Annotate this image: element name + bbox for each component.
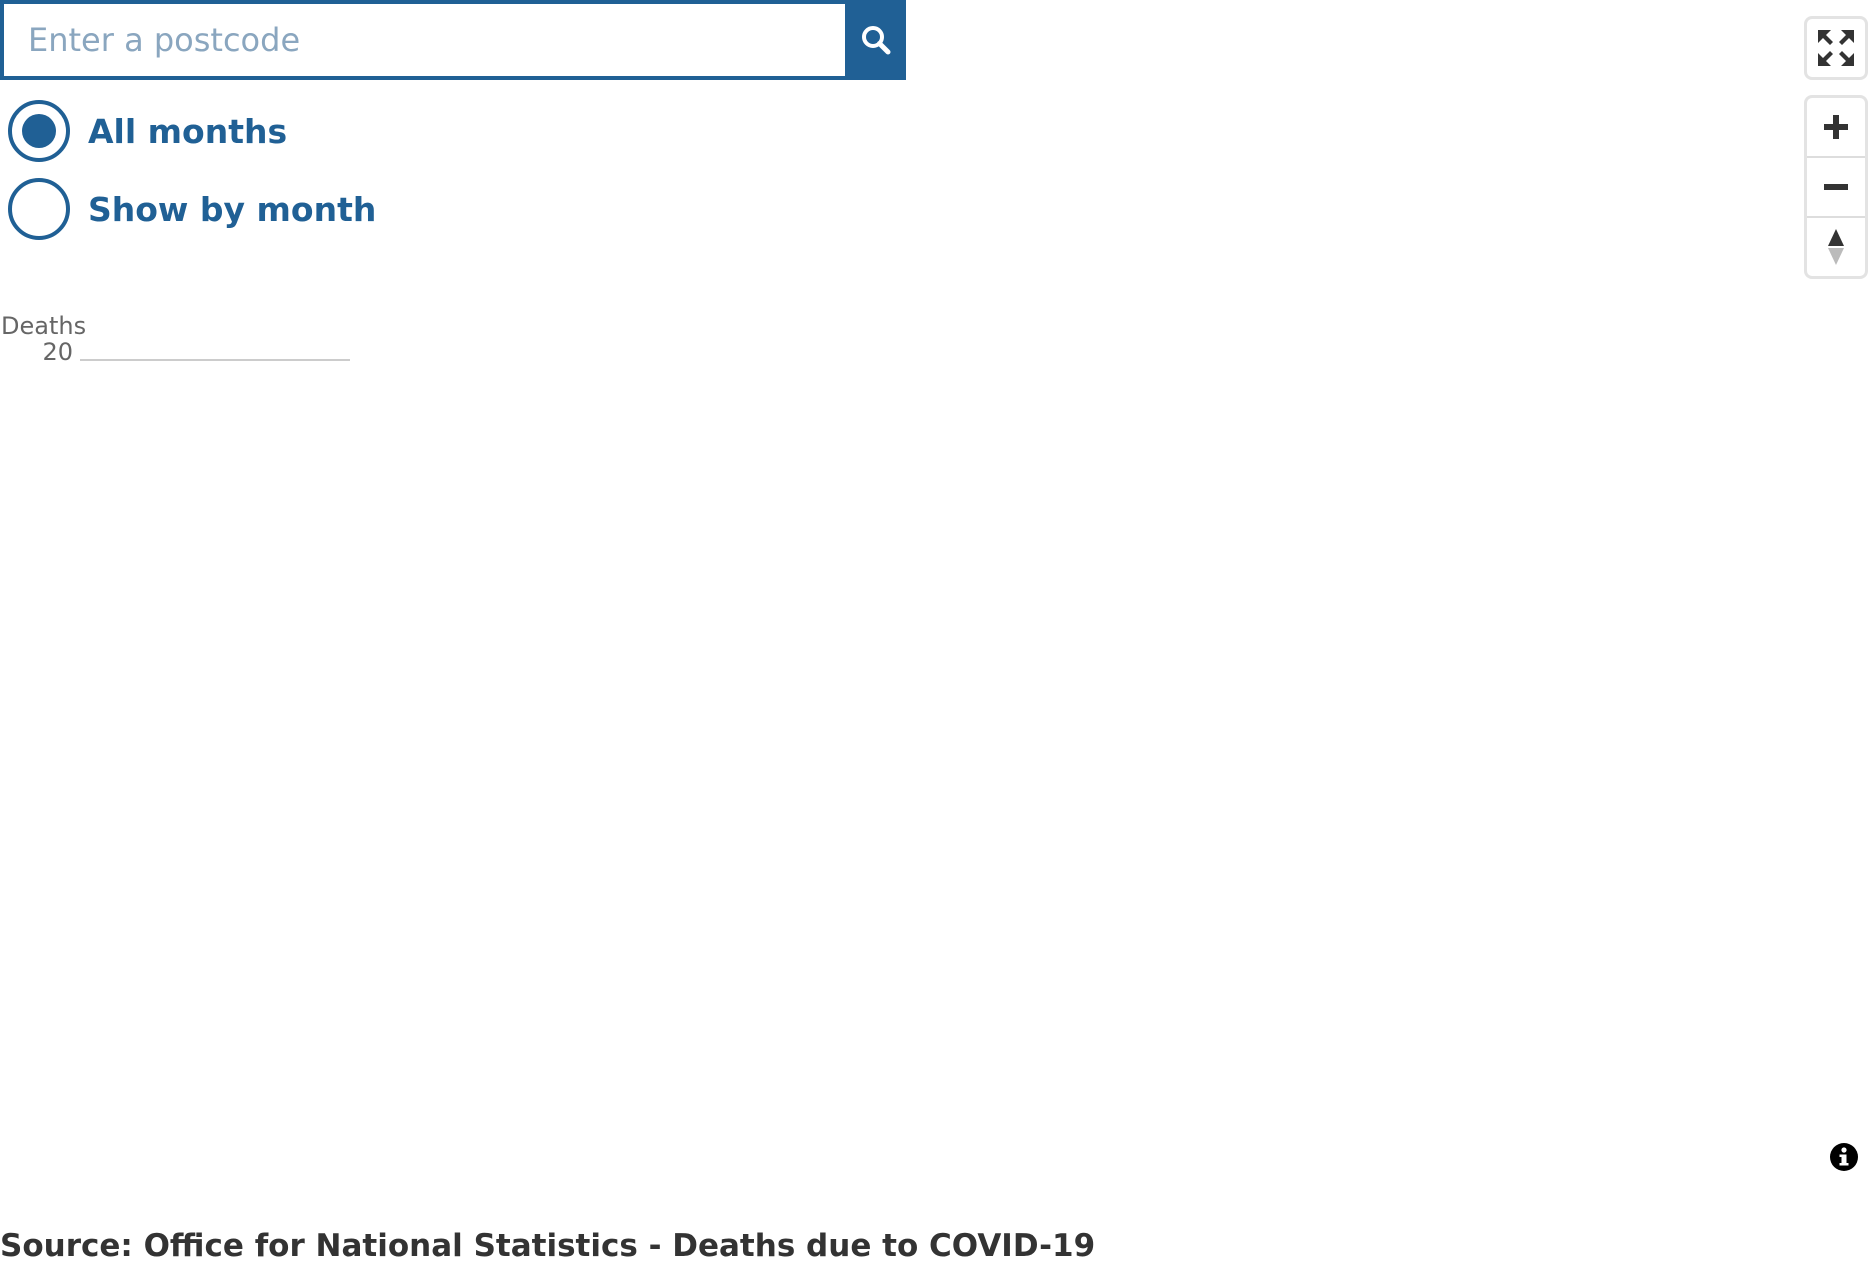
- chart-svg: 20: [42, 338, 350, 366]
- radio-show-by-month[interactable]: Show by month: [8, 178, 376, 240]
- search-button[interactable]: [845, 0, 906, 80]
- fullscreen-button[interactable]: [1807, 19, 1865, 77]
- reset-bearing-button[interactable]: [1807, 216, 1865, 276]
- y-tick-label: 20: [42, 338, 73, 366]
- info-button[interactable]: [1829, 1142, 1859, 1172]
- month-filter: All months Show by month: [8, 100, 376, 256]
- deaths-chart: Deaths 20: [0, 310, 360, 370]
- source-text: Source: Office for National Statistics -…: [0, 1228, 1096, 1263]
- map-page: All months Show by month Deaths 20: [0, 0, 1872, 1263]
- postcode-search: [0, 0, 906, 80]
- zoom-controls: [1804, 95, 1868, 279]
- radio-label: All months: [88, 111, 288, 151]
- radio-button[interactable]: [8, 100, 70, 162]
- radio-button[interactable]: [8, 178, 70, 240]
- fullscreen-icon: [1818, 30, 1854, 66]
- postcode-input[interactable]: [0, 0, 845, 80]
- radio-label: Show by month: [88, 189, 377, 229]
- radio-all-months[interactable]: All months: [8, 100, 376, 162]
- zoom-in-button[interactable]: [1807, 98, 1865, 156]
- zoom-out-button[interactable]: [1807, 156, 1865, 216]
- info-icon: [1830, 1143, 1858, 1171]
- compass-icon: [1828, 229, 1844, 265]
- minus-icon: [1824, 184, 1848, 190]
- radio-selected-dot: [22, 114, 56, 148]
- search-icon: [861, 26, 890, 55]
- fullscreen-control: [1804, 16, 1868, 80]
- plus-icon: [1824, 115, 1848, 139]
